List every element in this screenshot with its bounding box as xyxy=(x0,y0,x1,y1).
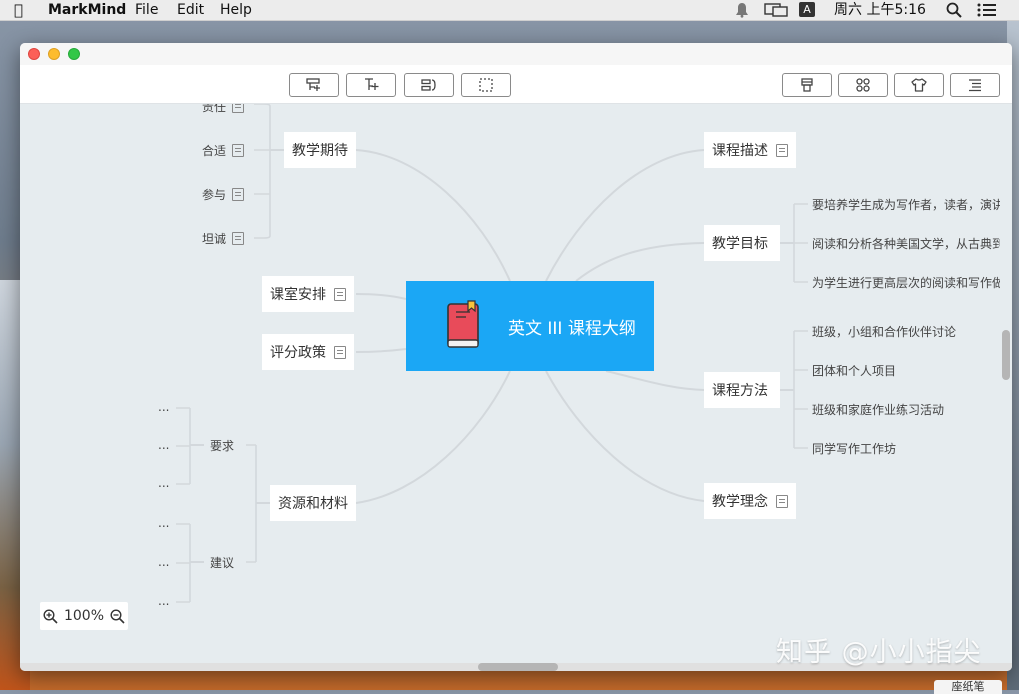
icons-panel-button[interactable] xyxy=(838,73,888,97)
close-window-button[interactable] xyxy=(28,48,40,60)
topic-classroom-arrangement[interactable]: 课室安排 xyxy=(262,276,354,312)
topic-label: 教学期待 xyxy=(292,143,348,159)
shirt-icon xyxy=(911,78,927,92)
add-sibling-icon xyxy=(365,78,379,90)
outline-panel-button[interactable] xyxy=(950,73,1000,97)
subtopic-collapsed[interactable]: ... xyxy=(158,400,169,414)
subtopic-suitable[interactable]: 合适 xyxy=(202,142,245,159)
subtopic-collapsed[interactable]: ... xyxy=(158,476,169,490)
subtopic-collapsed[interactable]: ... xyxy=(158,516,169,530)
subtopic-collapsed[interactable]: ... xyxy=(158,555,169,569)
boundary-icon xyxy=(479,78,493,92)
topic-teaching-goals[interactable]: 教学目标 xyxy=(704,225,780,261)
note-icon[interactable] xyxy=(232,188,245,201)
zoom-out-icon[interactable] xyxy=(110,608,125,624)
menu-edit[interactable]: Edit xyxy=(177,1,204,19)
outline-list-icon xyxy=(969,79,981,92)
note-icon[interactable] xyxy=(334,287,346,301)
zoom-window-button[interactable] xyxy=(68,48,80,60)
menu-help[interactable]: Help xyxy=(220,1,252,19)
topic-label: 教学目标 xyxy=(712,236,768,252)
topic-label: 课室安排 xyxy=(270,287,326,303)
theme-panel-button[interactable] xyxy=(894,73,944,97)
notification-center-icon[interactable] xyxy=(977,3,997,22)
subtopic-participation[interactable]: 参与 xyxy=(202,186,245,203)
topic-label: 课程方法 xyxy=(712,383,768,399)
topic-teaching-philosophy[interactable]: 教学理念 xyxy=(704,483,796,519)
format-panel-button[interactable] xyxy=(782,73,832,97)
note-icon[interactable] xyxy=(334,345,346,359)
menubar-clock[interactable]: 周六 上午5:16 xyxy=(834,1,926,19)
note-icon[interactable] xyxy=(776,143,788,157)
topic-grading-policy[interactable]: 评分政策 xyxy=(262,334,354,370)
vertical-scrollbar[interactable] xyxy=(1002,104,1010,664)
menu-bar:  MarkMind File Edit Help A 周六 上午5:16 xyxy=(0,0,1019,21)
subtopic-method-4[interactable]: 同学写作工作坊 xyxy=(812,440,896,457)
notification-icon[interactable] xyxy=(734,2,750,23)
note-icon[interactable] xyxy=(232,232,245,245)
add-summary-button[interactable] xyxy=(404,73,454,97)
subtopic-method-2[interactable]: 团体和个人项目 xyxy=(812,362,896,379)
book-icon xyxy=(447,300,479,348)
add-sibling-button[interactable] xyxy=(346,73,396,97)
add-boundary-button[interactable] xyxy=(461,73,511,97)
menu-file[interactable]: File xyxy=(135,1,158,19)
add-child-button[interactable] xyxy=(289,73,339,97)
central-topic-title: 英文 III 课程大纲 xyxy=(508,318,636,339)
add-child-icon xyxy=(306,78,320,91)
display-mirroring-icon[interactable] xyxy=(764,2,788,23)
vertical-scroll-thumb[interactable] xyxy=(1002,330,1010,380)
app-menu[interactable]: MarkMind xyxy=(48,1,126,19)
spotlight-search-icon[interactable] xyxy=(946,2,962,23)
topic-course-methods[interactable]: 课程方法 xyxy=(704,372,780,408)
subtopic-label: 合适 xyxy=(202,144,227,158)
mindmap-canvas[interactable]: 英文 III 课程大纲 课程描述 教学目标 课程方法 教学理念 要培养学生成为写… xyxy=(20,104,1000,664)
subtopic-method-1[interactable]: 班级，小组和合作伙伴讨论 xyxy=(812,323,956,340)
watermark: 知乎 @小小指尖 xyxy=(776,637,982,668)
topic-course-description[interactable]: 课程描述 xyxy=(704,132,796,168)
minimize-window-button[interactable] xyxy=(48,48,60,60)
topic-label: 资源和材料 xyxy=(278,496,348,512)
apple-menu-icon[interactable]:  xyxy=(14,1,23,19)
topic-teaching-expectation[interactable]: 教学期待 xyxy=(284,132,356,168)
central-topic[interactable]: 英文 III 课程大纲 xyxy=(406,281,654,371)
format-brush-icon xyxy=(801,78,813,92)
subtopic-collapsed[interactable]: ... xyxy=(158,594,169,608)
note-icon[interactable] xyxy=(776,494,788,508)
zoom-control: 100% xyxy=(40,602,128,630)
background-window-tab: 座纸笔 xyxy=(934,680,1002,694)
topic-label: 课程描述 xyxy=(712,143,768,159)
subtopic-collapsed[interactable]: ... xyxy=(158,438,169,452)
topic-label: 教学理念 xyxy=(712,494,768,510)
summary-icon xyxy=(421,79,436,91)
title-bar xyxy=(20,43,1012,65)
zoom-in-icon[interactable] xyxy=(43,608,58,624)
subtopic-label: 责任 xyxy=(202,104,227,114)
subtopic-method-3[interactable]: 班级和家庭作业练习活动 xyxy=(812,401,944,418)
grid-icon xyxy=(856,78,870,92)
input-source-icon[interactable]: A xyxy=(799,2,815,17)
toolbar xyxy=(20,65,1012,104)
subtopic-requirements[interactable]: 要求 xyxy=(210,437,234,454)
note-icon[interactable] xyxy=(232,104,245,113)
subtopic-goal-1[interactable]: 要培养学生成为写作者，读者，演讲 xyxy=(812,196,1000,213)
topic-resources-materials[interactable]: 资源和材料 xyxy=(270,485,356,521)
subtopic-label: 坦诚 xyxy=(202,232,227,246)
subtopic-suggestions[interactable]: 建议 xyxy=(210,554,234,571)
subtopic-goal-3[interactable]: 为学生进行更高层次的阅读和写作做 xyxy=(812,274,1000,291)
connector-lines xyxy=(176,104,808,603)
subtopic-label: 参与 xyxy=(202,188,227,202)
app-window: 英文 III 课程大纲 课程描述 教学目标 课程方法 教学理念 要培养学生成为写… xyxy=(20,43,1012,671)
subtopic-responsibility[interactable]: 责任 xyxy=(202,104,245,115)
topic-label: 评分政策 xyxy=(270,345,326,361)
zoom-level: 100% xyxy=(63,608,104,624)
subtopic-goal-2[interactable]: 阅读和分析各种美国文学，从古典到 xyxy=(812,235,1000,252)
subtopic-honesty[interactable]: 坦诚 xyxy=(202,230,245,247)
horizontal-scroll-thumb[interactable] xyxy=(478,663,558,671)
note-icon[interactable] xyxy=(232,144,245,157)
